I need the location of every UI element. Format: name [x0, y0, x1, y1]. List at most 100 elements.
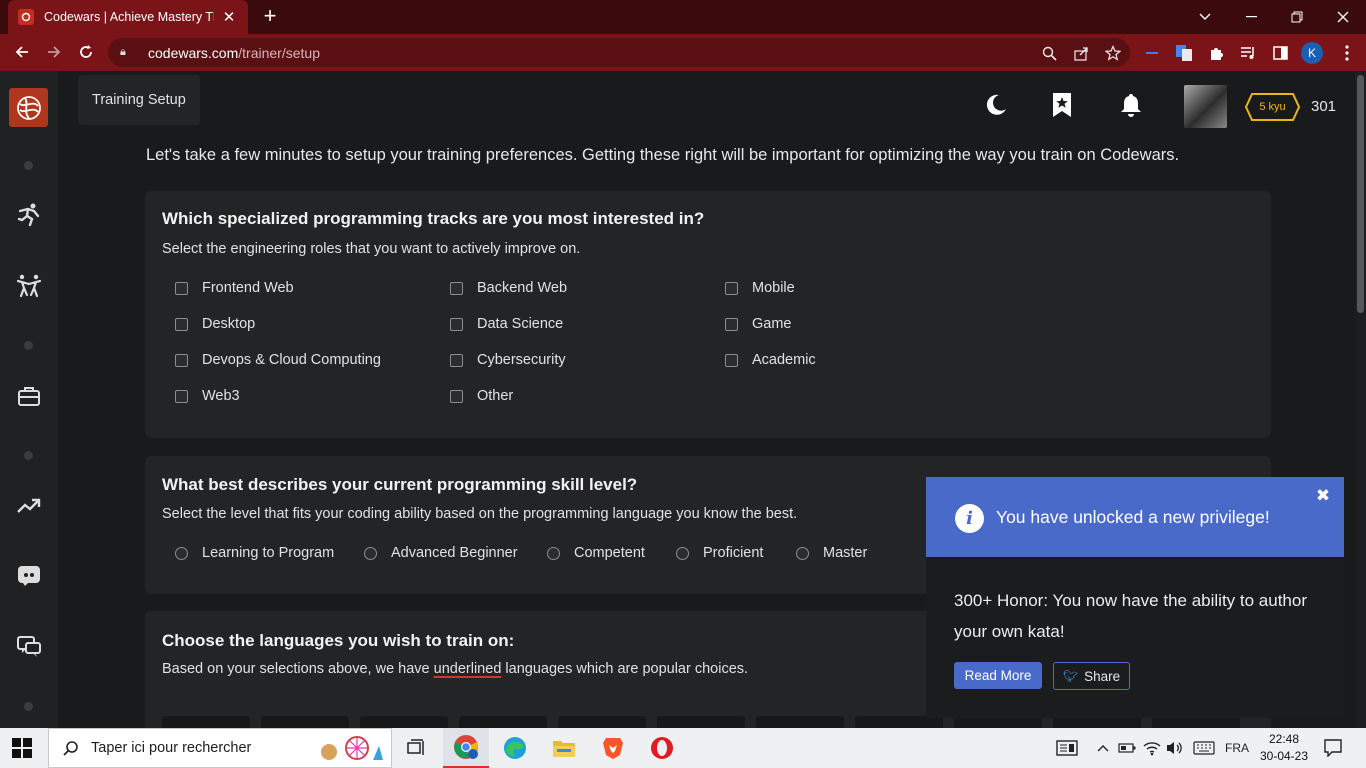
chrome-icon	[454, 735, 478, 759]
skill-option-learning[interactable]: Learning to Program	[175, 545, 334, 561]
chat-bubbles-icon[interactable]	[15, 633, 43, 661]
close-icon[interactable]: ✖	[1315, 487, 1331, 504]
bookmark-star-icon[interactable]	[1102, 42, 1124, 64]
language-tile[interactable]	[360, 716, 448, 728]
read-more-button[interactable]: Read More	[954, 662, 1042, 689]
restore-button[interactable]	[1274, 0, 1320, 34]
side-panel-icon[interactable]	[1269, 42, 1291, 64]
dark-mode-moon-icon[interactable]	[981, 90, 1011, 120]
input-language[interactable]: FRA	[1222, 738, 1252, 758]
reload-icon[interactable]	[72, 38, 100, 66]
radio[interactable]	[175, 546, 188, 560]
briefcase-icon[interactable]	[15, 382, 43, 410]
taskbar-clock[interactable]: 22:48 30-04-23	[1256, 731, 1312, 765]
taskbar-chrome-app[interactable]	[443, 728, 489, 768]
taskbar-search-box[interactable]: Taper ici pour rechercher	[48, 728, 392, 768]
browser-profile-avatar[interactable]: K	[1301, 42, 1323, 64]
translate-extension-icon[interactable]	[1173, 42, 1195, 64]
skill-option-competent[interactable]: Competent	[547, 545, 645, 561]
tray-chevron-up-icon[interactable]	[1094, 738, 1112, 758]
share-page-icon[interactable]	[1070, 42, 1092, 64]
skill-option-proficient[interactable]: Proficient	[676, 545, 763, 561]
language-tile[interactable]	[558, 716, 646, 728]
news-widget-icon[interactable]	[1054, 738, 1080, 758]
language-tile[interactable]	[261, 716, 349, 728]
media-playlist-icon[interactable]	[1237, 42, 1259, 64]
track-option-cybersecurity[interactable]: Cybersecurity	[450, 352, 566, 368]
track-option-academic[interactable]: Academic	[725, 352, 816, 368]
checkbox[interactable]	[450, 281, 463, 295]
track-option-backend-web[interactable]: Backend Web	[450, 280, 567, 296]
language-tile[interactable]	[162, 716, 250, 728]
checkbox[interactable]	[175, 281, 188, 295]
track-option-devops[interactable]: Devops & Cloud Computing	[175, 352, 381, 368]
page-scrollbar[interactable]	[1355, 71, 1366, 728]
taskbar-file-explorer-app[interactable]	[541, 728, 587, 768]
track-option-frontend-web[interactable]: Frontend Web	[175, 280, 294, 296]
radio[interactable]	[676, 546, 689, 560]
checkbox[interactable]	[725, 317, 738, 331]
back-arrow-icon[interactable]	[8, 38, 36, 66]
zoom-icon[interactable]	[1038, 42, 1060, 64]
browser-toolbar: 🔒︎ codewars.com/trainer/setup K	[0, 34, 1366, 71]
checkbox[interactable]	[725, 353, 738, 367]
track-option-game[interactable]: Game	[725, 316, 792, 332]
language-tile[interactable]	[459, 716, 547, 728]
browser-tab-active[interactable]: Codewars | Achieve Mastery Thro ✕	[8, 0, 248, 34]
rank-badge[interactable]: 5 kyu	[1245, 93, 1300, 121]
trending-up-icon[interactable]	[15, 492, 43, 520]
checkbox[interactable]	[725, 281, 738, 295]
scrollbar-thumb[interactable]	[1357, 75, 1364, 313]
notifications-bell-icon[interactable]	[1116, 90, 1146, 120]
language-tile[interactable]	[756, 716, 844, 728]
privilege-notification: i You have unlocked a new privilege! ✖ 3…	[926, 477, 1344, 718]
skill-option-advanced-beginner[interactable]: Advanced Beginner	[364, 545, 518, 561]
checkbox[interactable]	[450, 317, 463, 331]
keyboard-icon[interactable]	[1190, 738, 1218, 758]
training-figure-icon[interactable]	[15, 201, 43, 229]
extension-dash-icon[interactable]	[1141, 42, 1163, 64]
discord-icon[interactable]	[15, 562, 43, 590]
task-view-icon[interactable]	[393, 728, 439, 768]
taskbar-brave-app[interactable]	[590, 728, 636, 768]
festival-widget-icon[interactable]	[315, 733, 387, 765]
forward-arrow-icon[interactable]	[40, 38, 68, 66]
skill-option-master[interactable]: Master	[796, 545, 867, 561]
bookmarks-icon[interactable]	[1047, 90, 1077, 120]
taskbar-opera-app[interactable]	[639, 728, 685, 768]
wifi-icon[interactable]	[1142, 738, 1162, 758]
tab-search-chevron-icon[interactable]	[1182, 0, 1228, 34]
close-window-button[interactable]	[1320, 0, 1366, 34]
browser-menu-kebab-icon[interactable]	[1336, 42, 1358, 64]
track-option-web3[interactable]: Web3	[175, 388, 240, 404]
radio[interactable]	[364, 546, 377, 560]
extensions-puzzle-icon[interactable]	[1205, 42, 1227, 64]
taskbar-edge-app[interactable]	[492, 728, 538, 768]
checkbox[interactable]	[175, 317, 188, 331]
radio[interactable]	[547, 546, 560, 560]
language-tile[interactable]	[657, 716, 745, 728]
windows-start-icon[interactable]	[12, 738, 32, 758]
intro-text: Let's take a few minutes to setup your t…	[146, 146, 1180, 164]
checkbox[interactable]	[450, 353, 463, 367]
track-option-mobile[interactable]: Mobile	[725, 280, 795, 296]
radio[interactable]	[796, 546, 809, 560]
battery-icon[interactable]	[1117, 738, 1137, 758]
track-option-data-science[interactable]: Data Science	[450, 316, 563, 332]
share-button[interactable]: 🐦︎ Share	[1053, 662, 1130, 690]
volume-icon[interactable]	[1164, 738, 1184, 758]
track-option-other[interactable]: Other	[450, 388, 513, 404]
user-avatar[interactable]	[1184, 85, 1227, 128]
address-bar[interactable]: 🔒︎ codewars.com/trainer/setup	[108, 38, 1130, 67]
checkbox[interactable]	[175, 353, 188, 367]
checkbox[interactable]	[175, 389, 188, 403]
track-option-desktop[interactable]: Desktop	[175, 316, 255, 332]
minimize-button[interactable]	[1228, 0, 1274, 34]
tab-close-icon[interactable]: ✕	[220, 8, 238, 26]
practice-fighters-icon[interactable]	[15, 272, 43, 300]
sidebar-separator-dot	[24, 451, 33, 460]
checkbox[interactable]	[450, 389, 463, 403]
new-tab-button[interactable]: +	[258, 4, 282, 28]
notification-center-icon[interactable]	[1322, 738, 1344, 758]
codewars-logo-icon[interactable]	[9, 88, 48, 127]
